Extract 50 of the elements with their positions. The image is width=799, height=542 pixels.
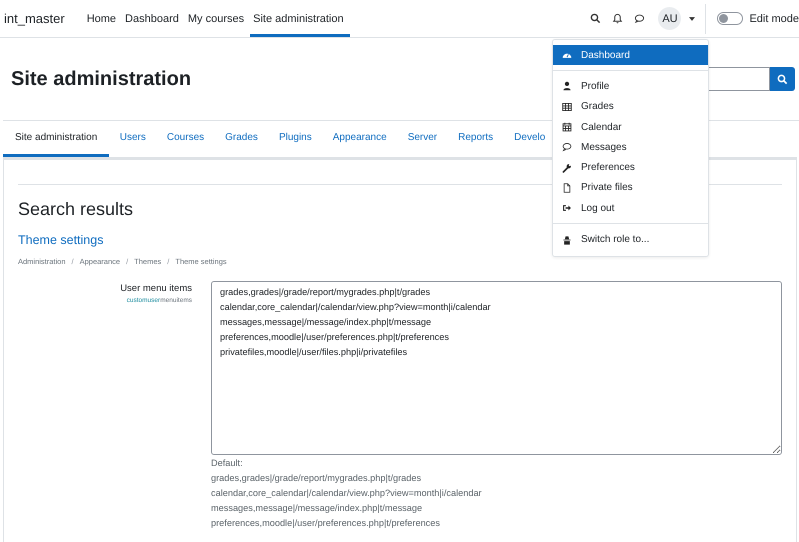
bell-icon[interactable] [612, 13, 624, 24]
default-value-line: messages,message|/message/index.php|t/message [211, 502, 424, 515]
chat-icon [562, 142, 572, 152]
calendar-icon [562, 122, 572, 132]
tab[interactable]: Users [109, 121, 156, 157]
nav-link[interactable]: My courses [184, 3, 250, 37]
setting-label: User menu items [120, 283, 192, 294]
tab[interactable]: Site administration [3, 121, 110, 157]
default-value-line: calendar,core_calendar|/calendar/view.php?view=month|i/calendar [211, 487, 483, 500]
tab[interactable]: Grades [214, 121, 268, 157]
tab[interactable]: Server [397, 121, 448, 157]
page-heading: Site administration [11, 68, 192, 90]
nav-link[interactable]: Site administration [250, 3, 350, 37]
search-icon [777, 74, 788, 84]
search-icon[interactable] [590, 13, 602, 24]
logout-icon [562, 203, 572, 214]
user-icon [562, 81, 572, 92]
default-value-line: grades,grades|/grade/report/mygrades.php|t/grades [211, 472, 422, 485]
menu-item[interactable]: Private files [553, 178, 708, 198]
text-area[interactable]: grades,grades|/grade/report/mygrades.php|t/grades calendar,core_calendar|/calendar/view.php?view=month|i/calendar messages,message|/message/index.php|t/message preferences,moodle|/user/preferences.php|t/preferences privatefiles,moodle|/user/files.php|i/privatefiles [211, 281, 782, 455]
section-link[interactable]: Theme settings [18, 233, 104, 247]
tab[interactable]: Plugins [268, 121, 322, 157]
menu-item[interactable]: Preferences [553, 157, 708, 178]
results-heading: Search results [18, 199, 134, 220]
nav-link[interactable]: Dashboard [122, 3, 185, 37]
edit-mode-toggle[interactable] [717, 12, 744, 25]
menu-item[interactable]: Log out [553, 198, 708, 218]
tab[interactable]: Reports [448, 121, 504, 157]
spy-icon [562, 234, 572, 245]
tab[interactable]: Appearance [322, 121, 398, 157]
default-label: Default: [211, 457, 244, 470]
tab[interactable]: Develo [504, 121, 556, 157]
default-value-line: preferences,moodle|/user/preferences.php|t/preferences [211, 517, 441, 530]
tab[interactable]: Courses [156, 121, 215, 157]
edit-mode-label: Edit mode [749, 12, 799, 24]
chat-icon[interactable] [634, 13, 646, 24]
wrench-icon [562, 162, 572, 173]
nav-link[interactable]: Home [84, 3, 122, 37]
search-button[interactable] [770, 67, 795, 91]
table-icon [562, 102, 572, 112]
menu-item[interactable]: Profile [553, 76, 708, 97]
caret-icon[interactable] [689, 16, 696, 20]
user-avatar[interactable]: AU [658, 7, 682, 30]
site-name[interactable]: int_master [4, 11, 65, 26]
menu-item[interactable]: Messages [553, 137, 708, 158]
menu-item[interactable]: Grades [553, 96, 708, 117]
menu-item[interactable]: Switch role to... [553, 229, 708, 250]
file-icon [562, 182, 572, 193]
menu-item[interactable]: Calendar [553, 116, 708, 138]
menu-item[interactable]: Dashboard [553, 45, 708, 66]
